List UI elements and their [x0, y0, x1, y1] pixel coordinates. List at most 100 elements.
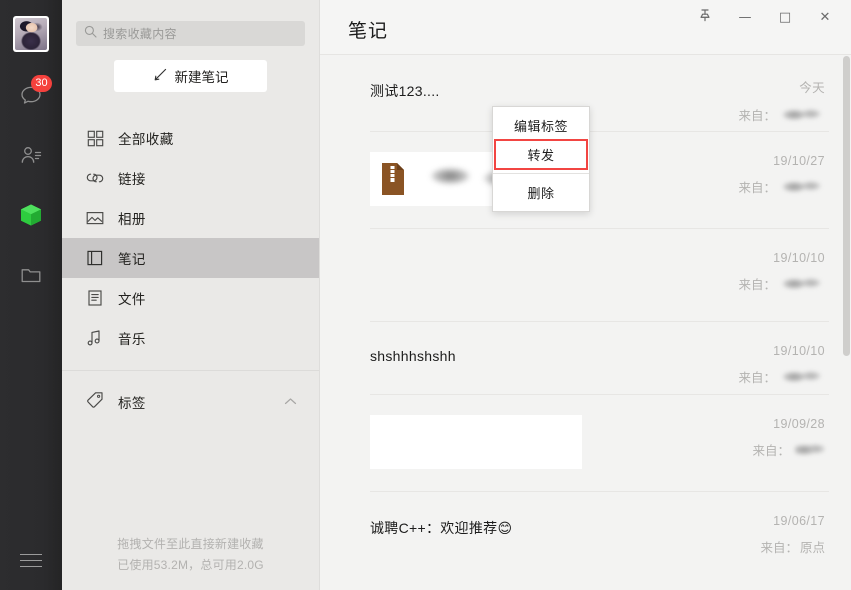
- source-name-redacted: [781, 179, 825, 194]
- sidebar-item-label: 笔记: [118, 252, 146, 267]
- sidebar-item-music[interactable]: 音乐: [62, 318, 319, 358]
- context-menu-divider: [493, 173, 589, 174]
- list-item[interactable]: 19/10/10 来自：: [370, 229, 829, 322]
- left-rail: 30: [0, 0, 62, 590]
- pin-on-top-button[interactable]: [685, 0, 725, 34]
- new-note-button[interactable]: 新建笔记: [114, 60, 267, 92]
- list-item-meta: 19/09/28 来自：: [697, 395, 829, 459]
- from-label: 来自：: [760, 541, 798, 555]
- maximize-button[interactable]: □: [765, 0, 805, 34]
- list-item-date: 19/06/17: [773, 514, 825, 528]
- source-name-redacted: [781, 369, 825, 384]
- sidebar-item-label: 音乐: [118, 332, 146, 347]
- list-item-source: 来自：: [697, 274, 825, 293]
- window-controls: — □ ✕: [685, 0, 845, 34]
- list-item-meta: 19/06/17 来自： 原点: [697, 492, 829, 556]
- music-icon: [86, 329, 104, 347]
- context-menu-item-delete[interactable]: 删除: [493, 178, 589, 207]
- context-menu-item-edit-tag[interactable]: 编辑标签: [493, 111, 589, 140]
- rail-item-contacts[interactable]: [11, 138, 51, 172]
- grid-icon: [86, 129, 104, 147]
- sidebar-item-notes[interactable]: 笔记: [62, 238, 319, 278]
- list-item-placeholder: [370, 229, 697, 321]
- source-name-redacted: [795, 442, 825, 457]
- favorites-cube-icon: [18, 202, 44, 228]
- list-item[interactable]: 19/09/28 来自：: [370, 395, 829, 492]
- title-bar[interactable]: 笔记 — □ ✕: [320, 0, 851, 55]
- list-item[interactable]: 19/10/27 来自：: [370, 132, 829, 229]
- list-item-meta: 19/10/10 来自：: [697, 229, 829, 293]
- hamburger-line: [20, 566, 42, 567]
- list-item-date: 19/10/27: [773, 154, 825, 168]
- maximize-icon: □: [778, 9, 792, 25]
- list-item[interactable]: shshhhshshh 19/10/10 来自：: [370, 322, 829, 395]
- list-item-source: 来自：: [697, 177, 825, 196]
- from-label: 来自：: [738, 278, 776, 292]
- list-item-date: 19/10/10: [773, 344, 825, 358]
- pin-icon: [698, 8, 712, 27]
- image-thumbnail-redacted: [370, 415, 582, 469]
- list-item-meta: 今天 来自：: [697, 55, 829, 124]
- sidebar-nav: 全部收藏 链接 相册 笔记 文件 音乐: [62, 118, 319, 358]
- list-scrollbar[interactable]: [842, 56, 850, 590]
- sidebar-item-links[interactable]: 链接: [62, 158, 319, 198]
- avatar-image: [15, 18, 47, 50]
- close-button[interactable]: ✕: [805, 0, 845, 34]
- chevron-up-icon[interactable]: [284, 393, 297, 411]
- files-folder-icon: [19, 264, 43, 286]
- list-item-source: 来自：: [697, 440, 825, 459]
- list-item-body: [370, 395, 697, 491]
- hamburger-line: [20, 554, 42, 555]
- favorites-sidebar: 搜索收藏内容 新建笔记 全部收藏 链接 相册 笔记 文件 音乐 标签 拖拽文件至…: [62, 0, 320, 590]
- close-icon: ✕: [819, 9, 831, 25]
- sidebar-item-files[interactable]: 文件: [62, 278, 319, 318]
- new-note-area: 新建笔记: [62, 46, 319, 92]
- list-item-source: 来自： 原点: [697, 537, 825, 556]
- list-item-title: shshhhshshh: [370, 348, 456, 364]
- list-item-source: 来自：: [697, 105, 825, 124]
- sidebar-item-tags[interactable]: 标签: [62, 379, 319, 425]
- list-item-date: 19/09/28: [773, 417, 825, 431]
- list-item-source-name: 原点: [799, 541, 825, 555]
- list-item[interactable]: 测试123.... 今天 来自：: [370, 55, 829, 132]
- minimize-button[interactable]: —: [725, 0, 765, 34]
- photo-icon: [86, 209, 104, 227]
- image-attachment-card[interactable]: [370, 415, 582, 469]
- list-item-meta: 19/10/27 来自：: [697, 132, 829, 196]
- search-input[interactable]: 搜索收藏内容: [76, 21, 305, 46]
- list-item-date: 今天: [799, 81, 825, 95]
- list-item[interactable]: 诚聘C++：欢迎推荐😊 19/06/17 来自： 原点: [370, 492, 829, 568]
- from-label: 来自：: [738, 181, 776, 195]
- sidebar-item-album[interactable]: 相册: [62, 198, 319, 238]
- rail-more-menu-icon[interactable]: [20, 554, 42, 568]
- sidebar-item-label: 文件: [118, 292, 146, 307]
- sidebar-divider: [62, 370, 319, 371]
- drag-hint-text: 拖拽文件至此直接新建收藏: [117, 537, 264, 551]
- file-icon: [86, 289, 104, 307]
- sidebar-item-label: 标签: [118, 396, 146, 411]
- minimize-icon: —: [738, 9, 752, 25]
- scrollbar-thumb[interactable]: [843, 56, 850, 356]
- search-icon: [84, 25, 103, 43]
- sidebar-footer: 拖拽文件至此直接新建收藏 已使用53.2M，总可用2.0G: [62, 534, 319, 576]
- sidebar-item-label: 全部收藏: [118, 132, 174, 147]
- from-label: 来自：: [738, 371, 776, 385]
- source-name-redacted: [781, 107, 825, 122]
- context-menu-item-forward[interactable]: 转发: [494, 139, 588, 170]
- rail-item-files[interactable]: [11, 258, 51, 292]
- pencil-icon: [153, 67, 168, 85]
- sidebar-item-label: 链接: [118, 172, 146, 187]
- tag-icon: [86, 391, 104, 414]
- zip-file-icon: [380, 162, 406, 196]
- chat-unread-badge: 30: [31, 75, 52, 92]
- rail-item-favorites[interactable]: [11, 198, 51, 232]
- list-item-title: 诚聘C++：欢迎推荐😊: [370, 520, 513, 536]
- storage-usage-text: 已使用53.2M，总可用2.0G: [117, 558, 264, 572]
- rail-item-chat[interactable]: 30: [11, 75, 52, 112]
- main-panel: 笔记 — □ ✕ 测试123.... 今天 来自： 19/10/27 来自： 1…: [320, 0, 851, 590]
- sidebar-item-all-favorites[interactable]: 全部收藏: [62, 118, 319, 158]
- search-placeholder: 搜索收藏内容: [103, 27, 177, 41]
- rail-icon-list: 30: [0, 75, 62, 292]
- avatar[interactable]: [13, 16, 49, 52]
- list-item-body: shshhhshshh: [370, 322, 697, 394]
